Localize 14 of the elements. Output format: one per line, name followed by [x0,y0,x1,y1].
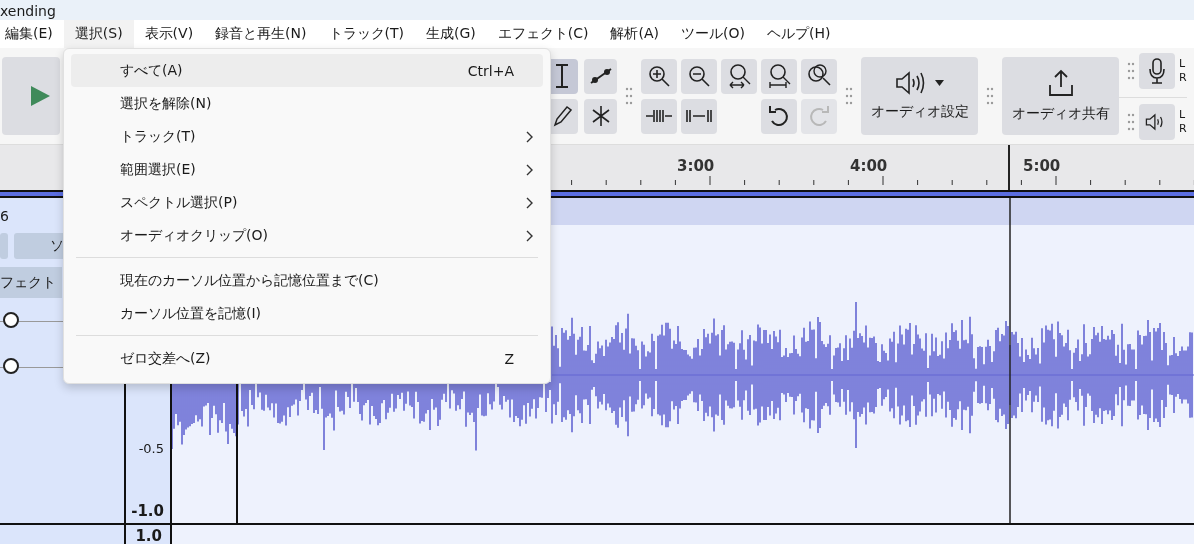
scale-label: 1.0 [135,527,162,544]
scale-label: -0.5 [138,442,164,456]
time-label: 4:00 [850,157,888,175]
channel-label: R [1179,121,1187,136]
shortcut-label: Ctrl+A [467,62,514,79]
scale-label: -1.0 [131,504,164,518]
channel-label: R [1179,70,1187,85]
shortcut-label: Z [504,350,514,367]
time-label: 5:00 [1023,157,1061,175]
track-name: 6 [0,208,9,224]
time-label: 3:00 [677,157,715,175]
channel-label: L [1179,107,1187,122]
window-title: xending [0,2,56,20]
channel-label: L [1179,56,1187,71]
